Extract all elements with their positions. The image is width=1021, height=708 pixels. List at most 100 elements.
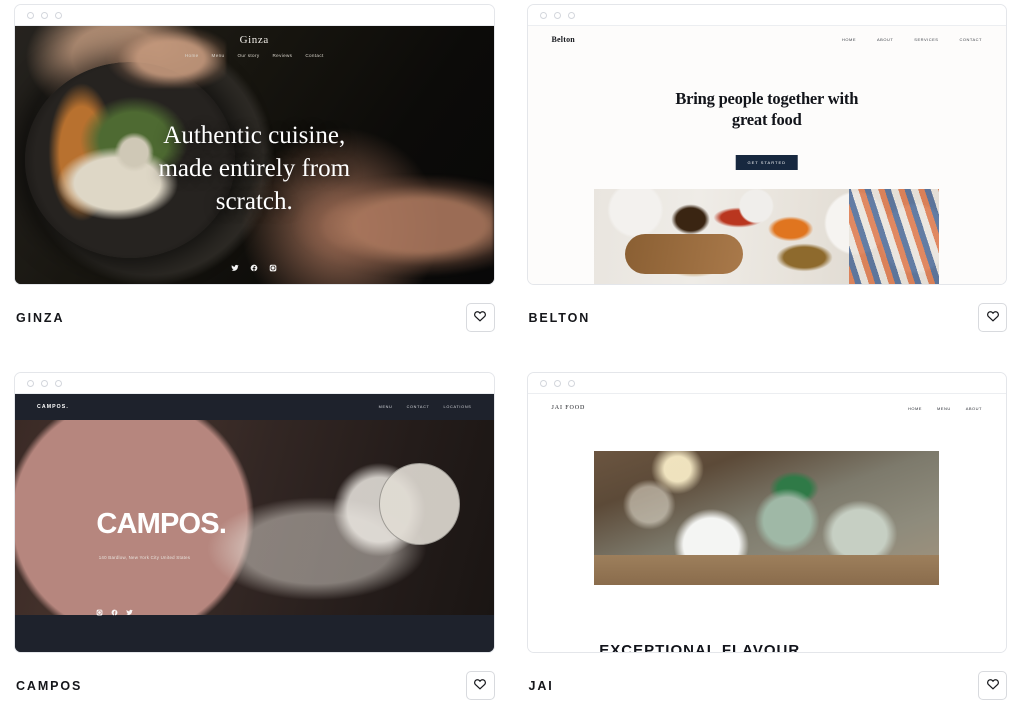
- site-header-ginza: Ginza Home Menu Our story Reviews Contac…: [15, 26, 494, 58]
- nav-item-about[interactable]: ABOUT: [877, 37, 893, 42]
- hero-photo-belton: [594, 188, 940, 284]
- twitter-icon[interactable]: [231, 259, 239, 277]
- browser-preview-ginza[interactable]: Ginza Home Menu Our story Reviews Contac…: [14, 4, 495, 285]
- browser-chrome-bar: [15, 373, 494, 394]
- site-logo-belton: Belton: [551, 35, 575, 44]
- nav-item-contact[interactable]: Contact: [305, 53, 323, 58]
- hero-line-3: scratch.: [215, 188, 293, 216]
- hero-subtitle-campos: 140 Bardlow, New York City United States: [98, 555, 191, 561]
- nav-item-contact[interactable]: CONTACT: [407, 405, 430, 409]
- hero-photo-campos: [15, 420, 494, 615]
- nav-item-reviews[interactable]: Reviews: [273, 53, 293, 58]
- nav-item-home[interactable]: HOME: [842, 37, 856, 42]
- card-footer-ginza: GINZA: [14, 285, 495, 332]
- nav-item-menu[interactable]: MENU: [937, 406, 951, 411]
- chrome-dot-1: [27, 379, 34, 387]
- hero-heading-campos: CAMPOS.: [96, 507, 227, 540]
- chrome-dot-1: [27, 11, 34, 19]
- tablecloth-decoration: [849, 188, 940, 284]
- card-title-jai: JAI: [528, 678, 554, 693]
- template-gallery: Ginza Home Menu Our story Reviews Contac…: [0, 0, 1021, 700]
- instagram-icon[interactable]: [269, 259, 277, 277]
- facebook-icon[interactable]: [250, 259, 258, 277]
- hero-line-1: Authentic cuisine,: [163, 121, 346, 149]
- card-footer-campos: CAMPOS: [14, 653, 495, 700]
- site-nav-campos: MENU CONTACT LOCATIONS: [379, 405, 472, 409]
- chrome-dot-1: [539, 379, 547, 387]
- hero-heading-jai: EXCEPTIONAL FLAVOUR: [599, 641, 801, 652]
- template-card-campos[interactable]: CAMPOS. MENU CONTACT LOCATIONS CAMPOS. 1…: [14, 372, 495, 700]
- site-viewport-ginza: Ginza Home Menu Our story Reviews Contac…: [15, 26, 494, 284]
- heart-icon: [473, 677, 487, 694]
- card-title-campos: CAMPOS: [16, 678, 83, 693]
- template-card-belton[interactable]: Belton HOME ABOUT SERVICES CONTACT Bring…: [526, 4, 1007, 332]
- chrome-dot-1: [539, 11, 547, 19]
- nav-item-about[interactable]: ABOUT: [966, 406, 982, 411]
- site-logo-campos: CAMPOS.: [37, 404, 69, 410]
- template-card-ginza[interactable]: Ginza Home Menu Our story Reviews Contac…: [14, 4, 495, 332]
- social-links-campos: [96, 603, 134, 621]
- cheese-board-decoration: [625, 234, 743, 275]
- browser-chrome-bar: [527, 373, 1006, 394]
- site-logo-jai: JAI FOOD: [551, 405, 586, 411]
- chrome-dot-2: [553, 379, 561, 387]
- site-viewport-belton: Belton HOME ABOUT SERVICES CONTACT Bring…: [527, 26, 1007, 284]
- nav-item-menu[interactable]: MENU: [379, 405, 393, 409]
- favorite-button-jai[interactable]: [978, 671, 1007, 700]
- chrome-dot-3: [55, 11, 62, 19]
- hero-line-2: made entirely from: [158, 155, 351, 183]
- site-header-belton: Belton HOME ABOUT SERVICES CONTACT: [528, 26, 1007, 44]
- browser-chrome-bar: [527, 5, 1006, 26]
- site-header-campos: CAMPOS. MENU CONTACT LOCATIONS: [15, 394, 494, 420]
- instagram-icon[interactable]: [96, 603, 103, 621]
- browser-preview-campos[interactable]: CAMPOS. MENU CONTACT LOCATIONS CAMPOS. 1…: [14, 372, 495, 653]
- social-links-ginza: [15, 259, 494, 277]
- site-footer-campos: [15, 615, 494, 652]
- chrome-dot-3: [567, 11, 575, 19]
- heart-icon: [986, 309, 1000, 326]
- site-logo-ginza: Ginza: [239, 34, 269, 46]
- nav-item-menu[interactable]: Menu: [212, 53, 225, 58]
- nav-item-our-story[interactable]: Our story: [237, 53, 259, 58]
- favorite-button-ginza[interactable]: [465, 303, 495, 332]
- site-header-jai: JAI FOOD HOME MENU ABOUT: [528, 394, 1007, 411]
- table-decoration: [594, 555, 940, 585]
- hero-heading-belton: Bring people together with great food: [528, 88, 1007, 131]
- card-title-belton: BELTON: [528, 310, 591, 325]
- hero-cta-button-belton[interactable]: GET STARTED: [735, 155, 799, 170]
- favorite-button-belton[interactable]: [978, 303, 1007, 332]
- nav-item-contact[interactable]: CONTACT: [959, 37, 982, 42]
- hero-photo-jai: [594, 450, 940, 585]
- site-nav-jai: HOME MENU ABOUT: [908, 406, 982, 411]
- chrome-dot-3: [567, 379, 575, 387]
- browser-preview-belton[interactable]: Belton HOME ABOUT SERVICES CONTACT Bring…: [526, 4, 1007, 285]
- card-footer-jai: JAI: [527, 653, 1007, 700]
- twitter-icon[interactable]: [126, 603, 134, 621]
- template-card-jai[interactable]: JAI FOOD HOME MENU ABOUT EXCEPTIONAL FLA…: [526, 372, 1007, 700]
- sieve-decoration: [378, 462, 461, 545]
- favorite-button-campos[interactable]: [465, 671, 495, 700]
- chrome-dot-3: [55, 379, 62, 387]
- browser-preview-jai[interactable]: JAI FOOD HOME MENU ABOUT EXCEPTIONAL FLA…: [526, 372, 1007, 653]
- nav-item-home[interactable]: HOME: [908, 406, 922, 411]
- card-footer-belton: BELTON: [527, 285, 1007, 332]
- facebook-icon[interactable]: [111, 603, 118, 621]
- site-nav-ginza: Home Menu Our story Reviews Contact: [185, 53, 324, 58]
- nav-item-home[interactable]: Home: [185, 53, 199, 58]
- chrome-dot-2: [553, 11, 561, 19]
- site-viewport-jai: JAI FOOD HOME MENU ABOUT EXCEPTIONAL FLA…: [527, 394, 1007, 652]
- site-viewport-campos: CAMPOS. MENU CONTACT LOCATIONS CAMPOS. 1…: [15, 394, 494, 652]
- light-decoration: [649, 450, 705, 497]
- hero-line-1: Bring people together with: [675, 88, 859, 108]
- hero-line-2: great food: [731, 110, 802, 130]
- nav-item-locations[interactable]: LOCATIONS: [444, 405, 472, 409]
- chrome-dot-2: [41, 379, 48, 387]
- hero-heading-ginza: Authentic cuisine, made entirely from sc…: [15, 119, 494, 219]
- nav-item-services[interactable]: SERVICES: [914, 37, 938, 42]
- card-title-ginza: GINZA: [16, 310, 65, 325]
- heart-icon: [473, 309, 487, 326]
- browser-chrome-bar: [15, 5, 494, 26]
- chrome-dot-2: [41, 11, 48, 19]
- site-nav-belton: HOME ABOUT SERVICES CONTACT: [842, 37, 982, 42]
- heart-icon: [986, 677, 1000, 694]
